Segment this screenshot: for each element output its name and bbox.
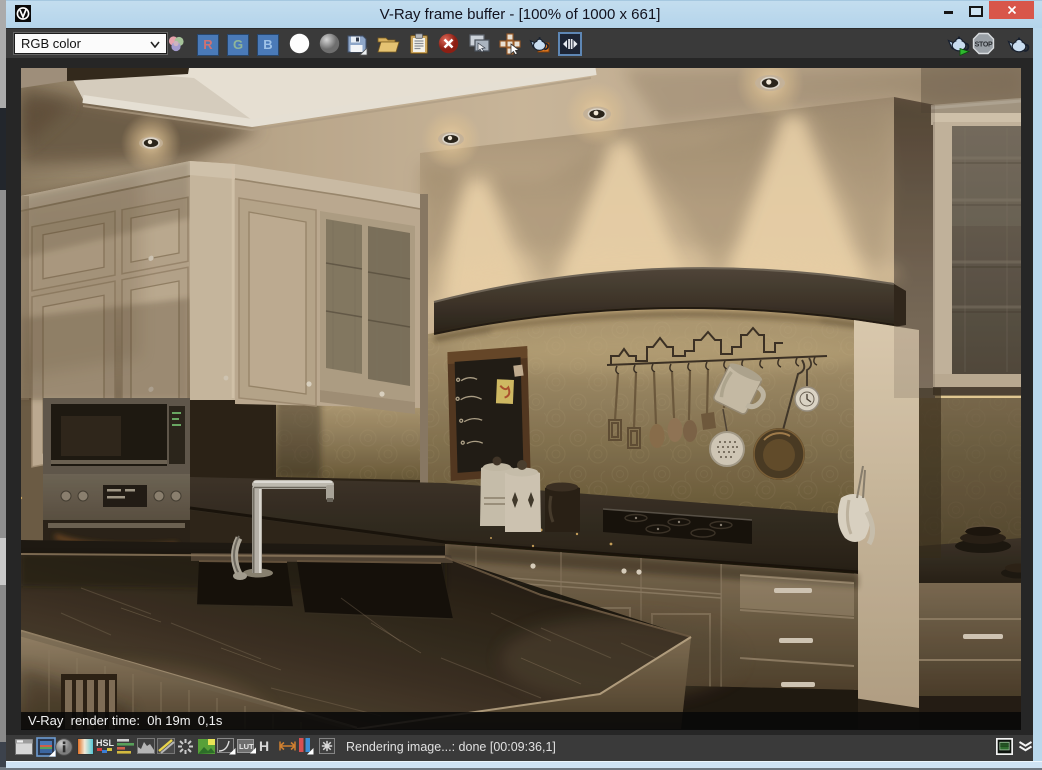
svg-text:STOP: STOP bbox=[975, 42, 993, 49]
svg-text:LUT: LUT bbox=[239, 742, 254, 751]
svg-text:HSL: HSL bbox=[96, 738, 115, 748]
